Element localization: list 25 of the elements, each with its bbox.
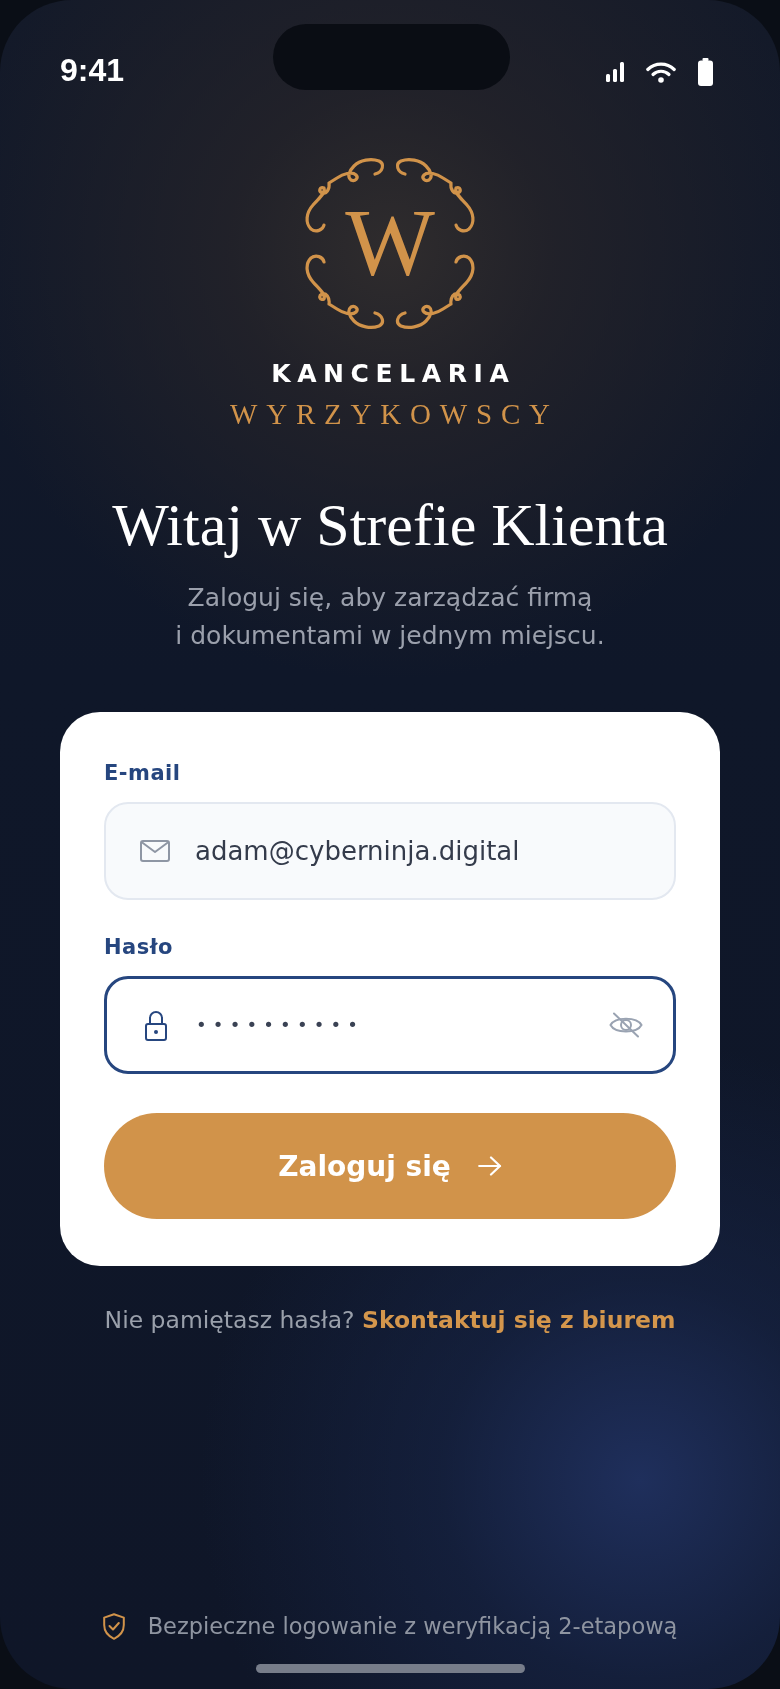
monogram-letter: W [345, 196, 435, 291]
show-password-button[interactable] [609, 1012, 643, 1038]
field-label: Hasło [104, 934, 173, 960]
password-input[interactable]: •••••••••• [104, 976, 676, 1074]
masked-password: •••••••••• [196, 1013, 365, 1037]
welcome-subtitle: Zaloguj się, aby zarządzać firmą i dokumentami w jednym miejscu. [175, 582, 605, 652]
envelope-icon [140, 840, 170, 862]
lock-icon [145, 1009, 167, 1041]
input-value: adam@cyberninja.digital [195, 835, 520, 867]
brand-surname: WYRZYKOWSCY [229, 397, 559, 431]
status-time: 9:41 [60, 54, 125, 86]
signal-icon [606, 62, 624, 82]
contact-office-link[interactable]: Skontaktuj się z biurem [362, 1306, 676, 1334]
arrow-right-icon [477, 1156, 502, 1176]
welcome-title: Witaj w Strefie Klienta [112, 491, 668, 560]
forgot-password-text: Nie pamiętasz hasła? Skontaktuj się z biurem [104, 1305, 676, 1335]
flourish-wreath-icon [304, 157, 476, 330]
wifi-icon [646, 61, 676, 83]
shield-check-icon [102, 1612, 125, 1640]
brand-name: KANCELARIA [270, 359, 516, 389]
battery-icon [698, 58, 713, 86]
field-label: E-mail [104, 760, 181, 786]
eye-slash-icon [609, 1012, 643, 1038]
security-note: Bezpieczne logowanie z weryfikacją 2-etapową [147, 1612, 678, 1641]
email-input[interactable]: adam@cyberninja.digital [104, 802, 676, 900]
